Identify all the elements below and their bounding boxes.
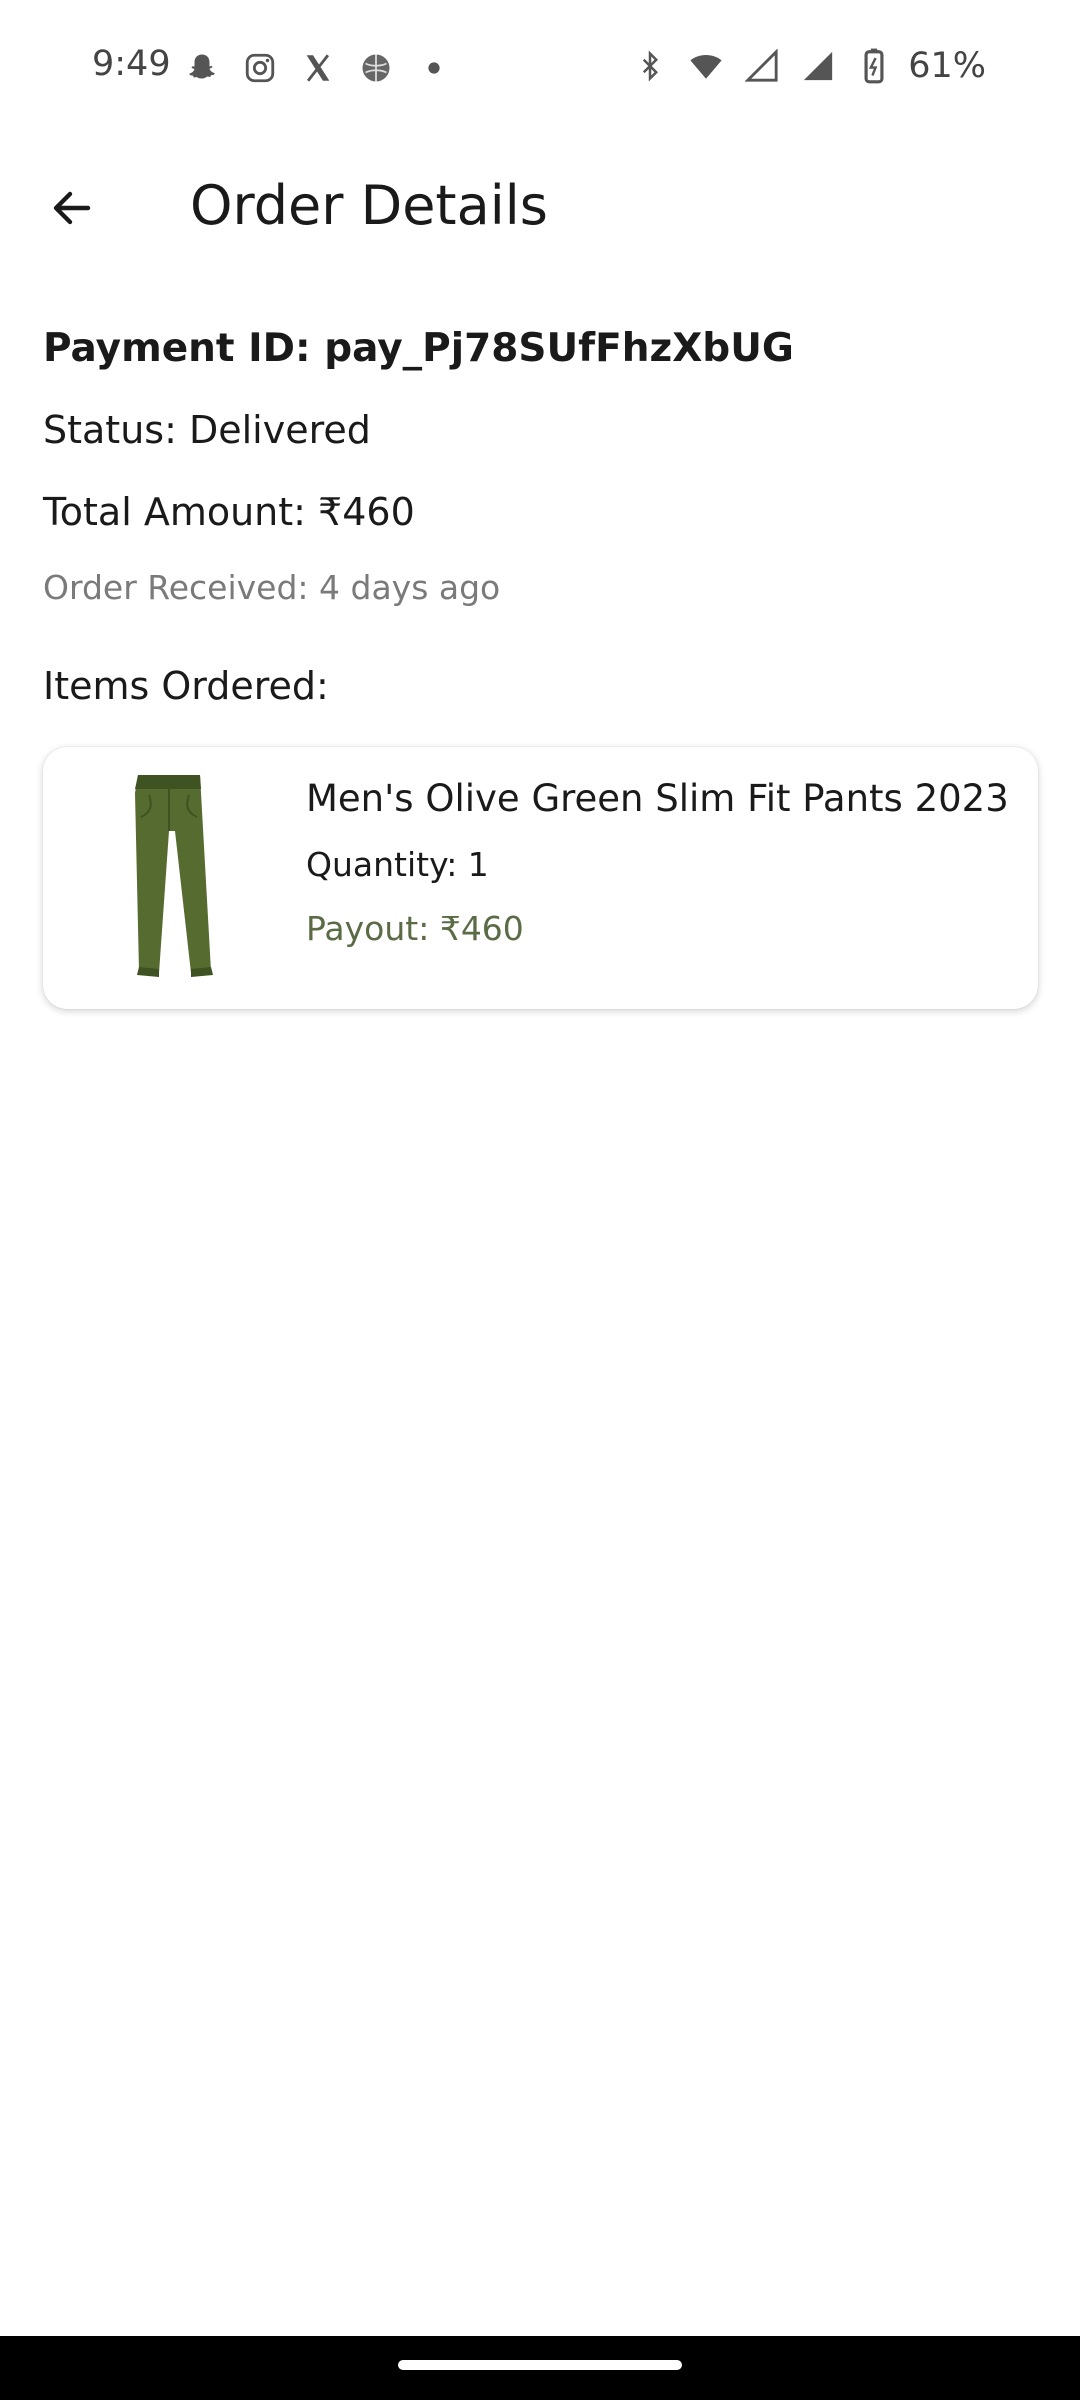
items-heading: Items Ordered: — [43, 664, 329, 708]
notification-icons — [180, 46, 456, 90]
item-quantity: Quantity: 1 — [306, 845, 489, 884]
order-details: Payment ID: pay_Pj78SUfFhzXbUG Status: D… — [43, 326, 1043, 724]
x-icon — [296, 46, 340, 90]
globe-icon — [354, 46, 398, 90]
payment-id: Payment ID: pay_Pj78SUfFhzXbUG — [43, 326, 794, 371]
navigation-bar — [0, 2336, 1080, 2400]
battery-icon — [852, 44, 896, 88]
signal-icon — [796, 44, 840, 88]
wifi-icon — [684, 44, 728, 88]
bluetooth-icon — [628, 44, 672, 88]
arrow-left-icon — [53, 191, 91, 225]
page-title: Order Details — [190, 174, 548, 237]
system-icons: 61% — [628, 44, 986, 88]
order-received: Order Received: 4 days ago — [43, 568, 501, 607]
status-time: 9:49 — [92, 44, 171, 84]
total-amount: Total Amount: ₹460 — [43, 490, 415, 534]
dot-icon — [412, 46, 456, 90]
item-name: Men's Olive Green Slim Fit Pants 2023 — [306, 777, 1009, 820]
snapchat-icon — [180, 46, 224, 90]
item-info: Men's Olive Green Slim Fit Pants 2023 Qu… — [306, 777, 1009, 959]
order-item-card[interactable]: Men's Olive Green Slim Fit Pants 2023 Qu… — [43, 747, 1038, 1009]
back-button[interactable] — [36, 172, 108, 244]
signal-icon — [740, 44, 784, 88]
status-bar: 9:49 61% — [0, 0, 1080, 134]
instagram-icon — [238, 46, 282, 90]
battery-percentage: 61% — [908, 46, 986, 86]
app-bar: Order Details — [0, 150, 1080, 262]
product-image — [93, 771, 243, 983]
order-status: Status: Delivered — [43, 408, 371, 452]
home-gesture-handle[interactable] — [398, 2360, 682, 2370]
item-payout: Payout: ₹460 — [306, 909, 524, 948]
